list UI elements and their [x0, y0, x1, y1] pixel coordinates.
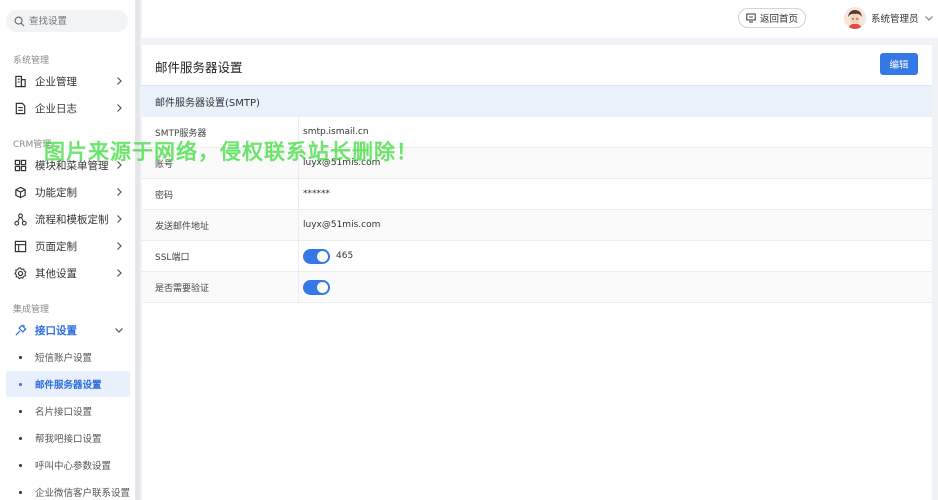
sidebar-subitem-label: 短信账户设置 — [35, 353, 93, 364]
sidebar-subitem-card[interactable]: 名片接口设置 — [6, 398, 130, 424]
grid-icon — [13, 158, 27, 172]
field-label: 是否需要验证 — [142, 272, 299, 302]
plug-icon — [13, 323, 27, 337]
flow-icon — [13, 212, 27, 226]
toggle-knob — [317, 281, 328, 293]
field-value: 465 — [299, 248, 354, 264]
user-menu[interactable]: 系统管理员 — [844, 5, 934, 31]
sidebar-scrollbar[interactable] — [136, 0, 140, 500]
back-home-label: 返回首页 — [759, 14, 798, 25]
bullet-icon — [19, 382, 22, 386]
page-icon — [13, 239, 27, 253]
field-value — [299, 279, 336, 295]
document-icon — [13, 101, 27, 115]
field-label: 账号 — [142, 148, 299, 178]
sidebar-item-function[interactable]: 功能定制 — [6, 180, 130, 204]
section-label-integration: 集成管理 — [13, 305, 50, 315]
cube-icon — [13, 185, 27, 199]
chevron-right-icon — [117, 269, 122, 277]
form-row-ssl-port: SSL端口 465 — [142, 241, 932, 272]
building-icon — [13, 74, 27, 88]
chevron-right-icon — [117, 104, 122, 112]
field-label: 发送邮件地址 — [142, 210, 299, 240]
sidebar-item-log[interactable]: 企业日志 — [6, 96, 130, 120]
sidebar-subitem-mail-server[interactable]: 邮件服务器设置 — [6, 371, 130, 397]
section-label-crm: CRM管理 — [13, 140, 52, 150]
section-label-system: 系统管理 — [13, 56, 50, 66]
sidebar-item-other[interactable]: 其他设置 — [6, 261, 130, 285]
field-value: luyx@51mis.com — [303, 220, 381, 230]
search-icon — [14, 16, 25, 26]
sidebar: 系统管理 企业管理 企业日志 CRM管理 模块和菜单管理 功能定制 流程和模板定… — [0, 0, 136, 500]
chevron-right-icon — [117, 188, 122, 196]
field-label: 密码 — [142, 179, 299, 209]
edit-button[interactable]: 编辑 — [880, 53, 918, 75]
ssl-toggle[interactable] — [303, 248, 330, 264]
chevron-right-icon — [117, 242, 122, 250]
chevron-down-icon — [924, 16, 933, 21]
field-label: SMTP服务器 — [142, 117, 299, 147]
sidebar-item-label: 流程和模板定制 — [35, 213, 109, 226]
monitor-icon — [746, 13, 756, 23]
sidebar-subitem-label: 呼叫中心参数设置 — [35, 461, 112, 472]
sidebar-item-label: 页面定制 — [35, 240, 77, 253]
sidebar-item-page[interactable]: 页面定制 — [6, 234, 130, 258]
sidebar-item-label: 模块和菜单管理 — [35, 159, 109, 172]
chevron-right-icon — [117, 215, 122, 223]
bullet-icon — [19, 355, 22, 359]
form-row-account: 账号 luyx@51mis.com — [142, 148, 932, 179]
chevron-right-icon — [117, 161, 122, 169]
back-home-button[interactable]: 返回首页 — [738, 8, 806, 28]
toggle-knob — [317, 250, 328, 262]
sidebar-subitem-callcenter[interactable]: 呼叫中心参数设置 — [6, 452, 130, 478]
avatar — [844, 7, 866, 29]
sidebar-subitem-helpme[interactable]: 帮我吧接口设置 — [6, 425, 130, 451]
field-value: luyx@51mis.com — [303, 158, 381, 168]
field-value: smtp.ismail.cn — [303, 127, 369, 137]
form-row-smtp-server: SMTP服务器 smtp.ismail.cn — [142, 117, 932, 148]
sidebar-item-label: 企业日志 — [35, 102, 77, 115]
sidebar-item-modules[interactable]: 模块和菜单管理 — [6, 153, 130, 177]
page-title: 邮件服务器设置 — [155, 60, 243, 75]
sidebar-item-enterprise[interactable]: 企业管理 — [6, 69, 130, 93]
auth-toggle[interactable] — [303, 279, 330, 295]
main-panel: 邮件服务器设置 编辑 邮件服务器设置(SMTP) SMTP服务器 smtp.is… — [142, 45, 932, 500]
sidebar-item-label: 接口设置 — [35, 324, 77, 337]
sidebar-subitem-sms[interactable]: 短信账户设置 — [6, 344, 130, 370]
top-header: 返回首页 系统管理员 — [142, 0, 938, 38]
bullet-icon — [19, 463, 22, 467]
sidebar-item-label: 企业管理 — [35, 75, 77, 88]
field-value: ****** — [303, 189, 330, 199]
gear-icon — [13, 266, 27, 280]
search-box[interactable] — [6, 10, 128, 32]
form-row-password: 密码 ****** — [142, 179, 932, 210]
sidebar-subitem-wecom[interactable]: 企业微信客户联系设置 — [6, 479, 130, 500]
chevron-right-icon — [117, 77, 122, 85]
bullet-icon — [19, 436, 22, 440]
sidebar-item-label: 功能定制 — [35, 186, 77, 199]
ssl-port-value: 465 — [336, 251, 354, 261]
bullet-icon — [19, 490, 22, 494]
form-row-sender-address: 发送邮件地址 luyx@51mis.com — [142, 210, 932, 241]
sidebar-item-interface[interactable]: 接口设置 — [6, 318, 130, 342]
form-row-need-auth: 是否需要验证 — [142, 272, 932, 303]
sidebar-subitem-label: 帮我吧接口设置 — [35, 434, 102, 445]
sidebar-item-flow[interactable]: 流程和模板定制 — [6, 207, 130, 231]
sidebar-subitem-label: 邮件服务器设置 — [35, 380, 102, 391]
sidebar-subitem-label: 企业微信客户联系设置 — [35, 488, 131, 499]
sidebar-item-label: 其他设置 — [35, 267, 77, 280]
user-name: 系统管理员 — [871, 14, 919, 25]
sidebar-subitem-label: 名片接口设置 — [35, 407, 93, 418]
section-header: 邮件服务器设置(SMTP) — [142, 85, 932, 117]
field-label: SSL端口 — [142, 241, 299, 271]
bullet-icon — [19, 409, 22, 413]
search-input[interactable] — [29, 15, 124, 27]
chevron-down-icon — [115, 328, 123, 333]
